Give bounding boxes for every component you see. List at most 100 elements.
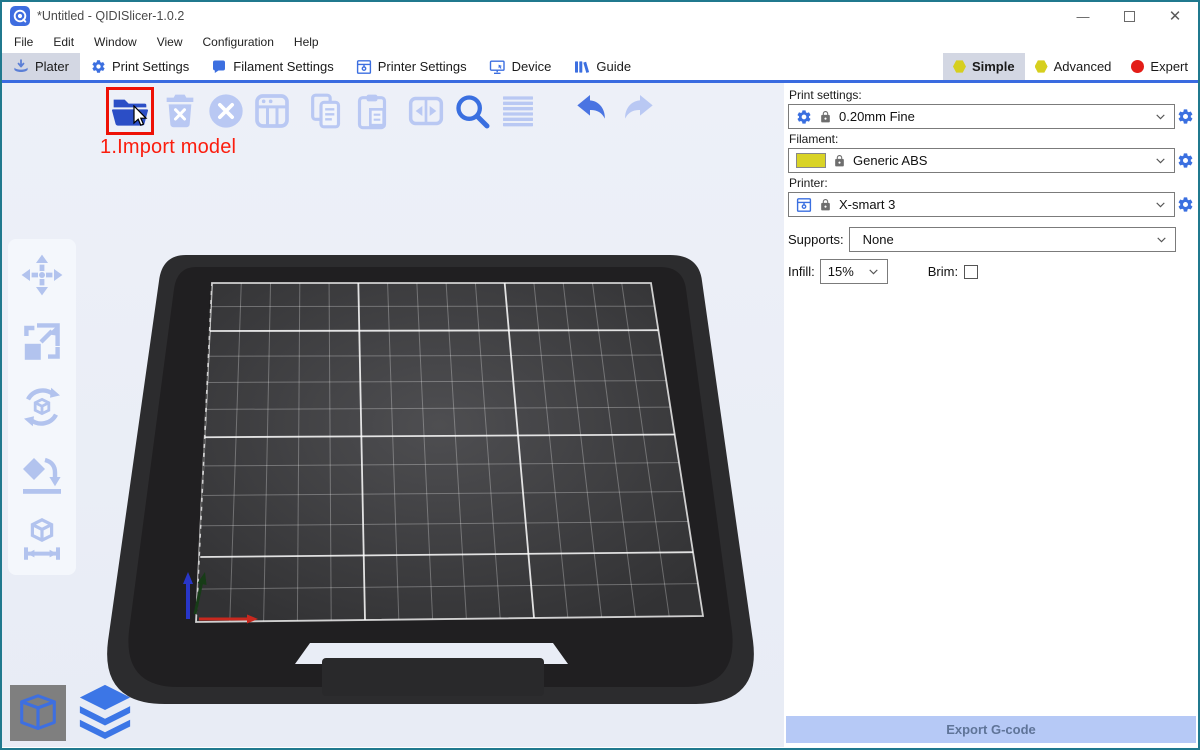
menu-bar: File Edit Window View Configuration Help bbox=[2, 30, 1198, 53]
3d-viewport[interactable]: 1.Import model bbox=[2, 83, 784, 747]
infill-dropdown[interactable]: 15% bbox=[820, 259, 888, 284]
printer-icon bbox=[356, 59, 372, 75]
app-window: *Untitled - QIDISlicer-1.0.2 — ✕ File Ed… bbox=[0, 0, 1200, 750]
gear-icon bbox=[1177, 108, 1194, 125]
measure-gizmo-button[interactable] bbox=[18, 515, 66, 563]
import-annotation: 1.Import model bbox=[100, 136, 236, 159]
minimize-button[interactable]: — bbox=[1060, 2, 1106, 30]
scale-icon bbox=[18, 317, 66, 365]
gizmo-toolbar bbox=[8, 239, 76, 575]
delete-all-button[interactable] bbox=[206, 91, 246, 131]
layers-stack-icon bbox=[76, 681, 134, 741]
chevron-down-icon bbox=[867, 265, 880, 278]
mode-expert[interactable]: Expert bbox=[1121, 53, 1198, 80]
print-bed bbox=[2, 83, 784, 747]
lock-icon bbox=[819, 198, 832, 212]
filament-dropdown[interactable]: Generic ABS bbox=[788, 148, 1175, 173]
split-arrows-icon bbox=[406, 91, 446, 131]
gear-icon bbox=[1177, 152, 1194, 169]
tab-label: Plater bbox=[35, 59, 69, 74]
plater-icon bbox=[13, 59, 29, 75]
tab-printer-settings[interactable]: Printer Settings bbox=[345, 53, 478, 80]
lock-icon bbox=[819, 110, 832, 124]
arrange-grid-icon bbox=[252, 91, 292, 131]
measure-icon bbox=[18, 515, 66, 563]
window-title: *Untitled - QIDISlicer-1.0.2 bbox=[37, 9, 184, 23]
chevron-down-icon bbox=[1154, 198, 1167, 211]
split-button[interactable] bbox=[406, 91, 446, 131]
mode-label: Simple bbox=[972, 59, 1015, 74]
maximize-button[interactable] bbox=[1106, 2, 1152, 30]
supports-label: Supports: bbox=[788, 232, 844, 247]
copy-button[interactable] bbox=[306, 91, 346, 131]
scale-gizmo-button[interactable] bbox=[18, 317, 66, 365]
menu-window[interactable]: Window bbox=[84, 35, 147, 49]
plater-toolbar bbox=[106, 87, 658, 135]
delete-button[interactable] bbox=[160, 91, 200, 131]
filament-color-swatch bbox=[796, 153, 826, 168]
3d-editor-view-button[interactable] bbox=[10, 685, 66, 741]
export-gcode-button[interactable]: Export G-code bbox=[786, 716, 1196, 743]
rotate-icon bbox=[18, 383, 66, 431]
menu-file[interactable]: File bbox=[4, 35, 43, 49]
settings-sidebar: Print settings: 0.20mm Fine Filament: Ge… bbox=[784, 83, 1198, 747]
menu-view[interactable]: View bbox=[147, 35, 193, 49]
circle-x-icon bbox=[206, 91, 246, 131]
window-controls: — ✕ bbox=[1060, 2, 1198, 30]
print-settings-label: Print settings: bbox=[789, 88, 1196, 102]
close-button[interactable]: ✕ bbox=[1152, 2, 1198, 30]
filament-settings-gear-button[interactable] bbox=[1175, 152, 1196, 169]
infill-label: Infill: bbox=[788, 264, 815, 279]
print-settings-gear-button[interactable] bbox=[1175, 108, 1196, 125]
undo-arrow-icon bbox=[572, 91, 612, 131]
menu-configuration[interactable]: Configuration bbox=[193, 35, 284, 49]
tab-device[interactable]: Device bbox=[478, 53, 563, 80]
mode-dot bbox=[1035, 60, 1048, 73]
tab-label: Print Settings bbox=[112, 59, 189, 74]
filament-value: Generic ABS bbox=[853, 153, 1147, 168]
app-logo-icon bbox=[10, 6, 30, 26]
filament-label: Filament: bbox=[789, 132, 1196, 146]
infill-value: 15% bbox=[828, 264, 860, 279]
monitor-icon bbox=[489, 59, 506, 75]
printer-settings-gear-button[interactable] bbox=[1175, 196, 1196, 213]
printer-label: Printer: bbox=[789, 176, 1196, 190]
printer-icon bbox=[796, 197, 812, 213]
filament-icon bbox=[211, 59, 227, 75]
books-icon bbox=[573, 59, 590, 75]
search-button[interactable] bbox=[452, 91, 492, 131]
rotate-gizmo-button[interactable] bbox=[18, 383, 66, 431]
print-profile-value: 0.20mm Fine bbox=[839, 109, 1147, 124]
place-on-face-gizmo-button[interactable] bbox=[18, 449, 66, 497]
preview-view-button[interactable] bbox=[76, 681, 134, 741]
mode-dot bbox=[1131, 60, 1144, 73]
menu-edit[interactable]: Edit bbox=[43, 35, 84, 49]
chevron-down-icon bbox=[1155, 233, 1168, 246]
paste-button[interactable] bbox=[352, 91, 392, 131]
supports-dropdown[interactable]: None bbox=[849, 227, 1176, 252]
view-toggles bbox=[10, 681, 134, 741]
variable-layer-height-button[interactable] bbox=[498, 91, 538, 131]
gear-icon bbox=[1177, 196, 1194, 213]
tab-guide[interactable]: Guide bbox=[562, 53, 642, 80]
menu-help[interactable]: Help bbox=[284, 35, 329, 49]
printer-dropdown[interactable]: X-smart 3 bbox=[788, 192, 1175, 217]
mode-simple[interactable]: Simple bbox=[943, 53, 1025, 80]
print-profile-dropdown[interactable]: 0.20mm Fine bbox=[788, 104, 1175, 129]
tab-bar: Plater Print Settings Filament Settings … bbox=[2, 53, 1198, 83]
arrange-button[interactable] bbox=[252, 91, 292, 131]
mode-advanced[interactable]: Advanced bbox=[1025, 53, 1122, 80]
undo-button[interactable] bbox=[572, 91, 612, 131]
mouse-cursor bbox=[133, 105, 150, 129]
brim-label: Brim: bbox=[928, 264, 958, 279]
tab-plater[interactable]: Plater bbox=[2, 53, 80, 80]
tab-filament-settings[interactable]: Filament Settings bbox=[200, 53, 344, 80]
redo-button[interactable] bbox=[618, 91, 658, 131]
mode-selector: Simple Advanced Expert bbox=[943, 53, 1198, 80]
title-bar: *Untitled - QIDISlicer-1.0.2 — ✕ bbox=[2, 2, 1198, 30]
move-gizmo-button[interactable] bbox=[18, 251, 66, 299]
brim-checkbox[interactable] bbox=[964, 265, 978, 279]
mode-label: Advanced bbox=[1054, 59, 1112, 74]
gear-icon bbox=[796, 109, 812, 125]
tab-print-settings[interactable]: Print Settings bbox=[80, 53, 200, 80]
